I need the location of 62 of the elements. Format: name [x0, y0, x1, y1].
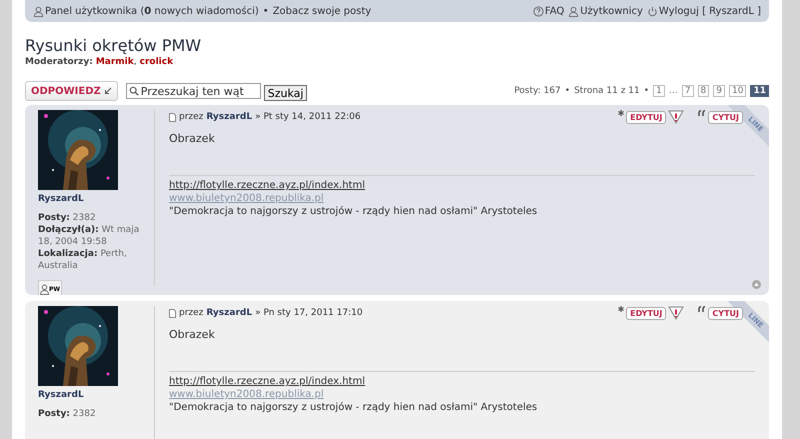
search-button[interactable]: Szukaj: [264, 85, 308, 101]
user-panel-link[interactable]: Panel użytkownika (0 nowych wiadomości): [45, 6, 259, 16]
page-link[interactable]: 8: [698, 85, 710, 97]
post-icon: [169, 308, 176, 318]
page-link[interactable]: 1: [653, 85, 665, 97]
user-icon: [33, 6, 44, 16]
report-button[interactable]: [668, 306, 684, 320]
post-icon: [169, 112, 176, 122]
post-author-prefix: przez: [179, 112, 204, 122]
topic-title[interactable]: Rysunki okrętów PMW: [25, 36, 769, 55]
signature-quote: "Demokracja to najgorszy z ustrojów - rządy hien nad osłami" Arystoteles: [169, 205, 538, 218]
moderators-label: Moderatorzy:: [25, 57, 93, 67]
separator-dot: •: [644, 86, 650, 96]
quote-button[interactable]: CYTUJ: [708, 306, 743, 320]
reply-button[interactable]: ODPOWIEDZ: [25, 81, 118, 101]
help-icon: [532, 6, 544, 16]
author-link[interactable]: RyszardL: [38, 194, 150, 204]
users-icon: [568, 6, 580, 16]
asterisk-icon: [618, 306, 624, 312]
signature-link[interactable]: http://flotylle.rzeczne.ayz.pl/index.html: [169, 180, 365, 191]
page-link[interactable]: 9: [713, 85, 726, 97]
edit-button[interactable]: EDYTUJ: [626, 110, 666, 124]
profile-field: Posty: 2382: [38, 408, 150, 420]
author-link[interactable]: RyszardL: [206, 308, 252, 318]
own-posts-link[interactable]: Zobacz swoje posty: [272, 6, 372, 16]
nav-link[interactable]: Wyloguj [ RyszardL ]: [658, 6, 761, 16]
page-ellipsis: …: [668, 86, 678, 96]
comma: ,: [134, 57, 137, 67]
separator-dot: •: [564, 86, 570, 96]
separator-dot: •: [262, 6, 269, 16]
post-text: Obrazek: [169, 328, 216, 341]
post-date: » Pn sty 17, 2011 17:10: [255, 308, 363, 318]
profile-field: Lokalizacja: Perth, Australia: [38, 248, 150, 272]
post-date: » Pt sty 14, 2011 22:06: [255, 112, 361, 122]
page-link[interactable]: 11: [750, 85, 769, 97]
search-icon: [128, 86, 139, 96]
profile-field: Posty: 2382: [38, 212, 150, 224]
page-link[interactable]: 10: [729, 85, 746, 97]
quote-mark-icon: [698, 306, 706, 312]
quote-mark-icon: [698, 110, 706, 116]
signature-quote: "Demokracja to najgorszy z ustrojów - rządy hien nad osłami" Arystoteles: [169, 401, 538, 414]
author-link[interactable]: RyszardL: [206, 112, 252, 122]
post-count: Posty: 167: [514, 86, 561, 96]
user-icon: [40, 284, 49, 294]
report-button[interactable]: [668, 110, 684, 124]
signature-link[interactable]: http://flotylle.rzeczne.ayz.pl/index.html: [169, 376, 365, 387]
profile-field: Dołączył(a): Wt maja 18, 2004 19:58: [38, 224, 150, 248]
arrow-icon: [104, 87, 112, 95]
quote-button[interactable]: CYTUJ: [708, 110, 743, 124]
moderator-link[interactable]: crolick: [140, 57, 174, 67]
post-author-prefix: przez: [179, 308, 204, 318]
edit-button[interactable]: EDYTUJ: [626, 306, 666, 320]
nav-link[interactable]: FAQ: [544, 6, 564, 16]
nav-link[interactable]: Użytkownicy: [580, 6, 643, 16]
search-field[interactable]: Przeszukaj ten wąt: [126, 83, 261, 99]
author-link[interactable]: RyszardL: [38, 390, 150, 400]
post-text: Obrazek: [169, 132, 216, 145]
asterisk-icon: [618, 110, 624, 116]
page-link[interactable]: 7: [682, 85, 694, 97]
page-info: Strona 11 z 11: [574, 86, 640, 96]
moderator-link[interactable]: Marmik: [96, 57, 134, 67]
power-icon: [646, 6, 658, 16]
